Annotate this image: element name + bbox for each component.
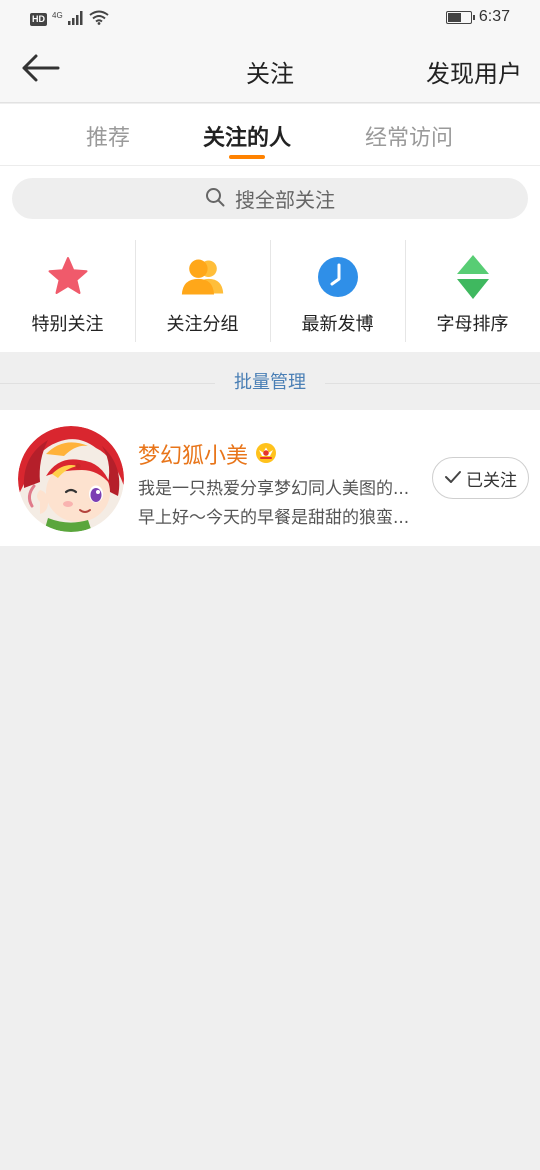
divider (325, 383, 540, 384)
battery-level (447, 12, 462, 22)
clock-icon (315, 254, 361, 300)
shortcut-label: 关注分组 (166, 314, 239, 335)
following-button[interactable]: 已关注 (432, 457, 529, 499)
avatar[interactable] (18, 426, 124, 532)
nav-bar: 关注 发现用户 (0, 38, 540, 103)
user-bio: 我是一只热爱分享梦幻同人美图的... (138, 479, 410, 499)
search-area: 搜全部关注 (0, 166, 540, 232)
following-label: 已关注 (466, 470, 517, 491)
user-name[interactable]: 梦幻狐小美 (138, 438, 248, 470)
tab-recommend[interactable]: 推荐 (86, 120, 130, 152)
batch-manage-link[interactable]: 批量管理 (234, 368, 306, 394)
back-button[interactable] (18, 50, 62, 90)
shortcut-special-follow[interactable]: 特别关注 (0, 232, 135, 352)
shortcut-latest-posts[interactable]: 最新发博 (270, 232, 405, 352)
user-list-item[interactable]: 梦幻狐小美 我是一只热爱分享梦幻同人美图的... 早上好～今天的早餐是甜甜的狼蛮… (0, 410, 540, 546)
discover-users-button[interactable]: 发现用户 (426, 54, 522, 89)
group-icon (180, 254, 226, 300)
search-placeholder: 搜全部关注 (235, 188, 335, 212)
tab-following[interactable]: 关注的人 (203, 120, 291, 152)
star-icon (45, 254, 91, 300)
status-right: 6:37 (445, 8, 510, 26)
divider (0, 383, 215, 384)
network-type: 4G (52, 10, 63, 20)
status-bar: HD 4G 6:37 (0, 0, 540, 38)
batch-manage-row: 批量管理 (0, 352, 540, 410)
shortcut-label: 最新发博 (301, 314, 374, 335)
wifi-icon (89, 10, 109, 29)
shortcut-label: 字母排序 (436, 314, 509, 335)
back-arrow-icon (20, 53, 60, 87)
search-input[interactable]: 搜全部关注 (12, 178, 528, 219)
user-latest-post: 早上好～今天的早餐是甜甜的狼蛮... (138, 508, 410, 528)
signal-icon (67, 10, 84, 29)
tab-frequent[interactable]: 经常访问 (365, 120, 453, 152)
battery-icon (445, 10, 475, 24)
vip-crown-icon (254, 440, 278, 468)
shortcut-follow-groups[interactable]: 关注分组 (135, 232, 270, 352)
checkmark-icon (444, 469, 462, 488)
shortcut-grid: 特别关注 关注分组 最新发博 字母排序 (0, 232, 540, 352)
user-name-row: 梦幻狐小美 (138, 438, 278, 470)
search-icon (205, 187, 225, 211)
tab-bar: 推荐 关注的人 经常访问 (0, 104, 540, 166)
sort-icon (450, 254, 496, 300)
shortcut-label: 特别关注 (31, 314, 104, 335)
hd-badge: HD (30, 13, 47, 26)
shortcut-alpha-sort[interactable]: 字母排序 (405, 232, 540, 352)
active-tab-indicator (229, 155, 265, 159)
clock-time: 6:37 (478, 8, 510, 25)
status-left: HD 4G (30, 10, 109, 29)
